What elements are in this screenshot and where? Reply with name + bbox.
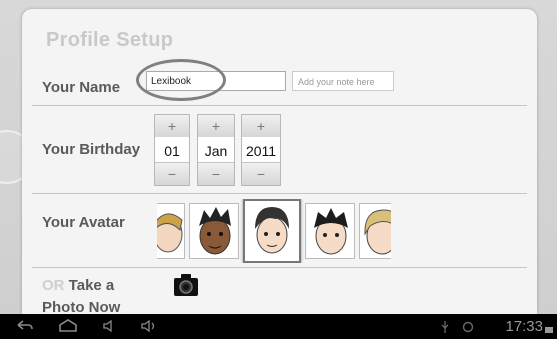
avatar-option-selected[interactable]	[243, 199, 301, 263]
camera-icon[interactable]	[172, 271, 200, 299]
system-navigation-bar: 17:33	[0, 314, 557, 339]
avatar-option[interactable]	[305, 203, 355, 259]
photo-now-text: Photo Now	[42, 299, 121, 314]
month-minus-button[interactable]: −	[198, 162, 234, 185]
avatar-option[interactable]	[157, 203, 185, 259]
or-text: OR	[42, 277, 65, 294]
take-a-text: Take a	[68, 277, 115, 294]
day-plus-button[interactable]: +	[155, 115, 189, 138]
volume-up-icon[interactable]	[140, 319, 158, 336]
photo-option-label: OR Take a	[42, 277, 114, 294]
battery-icon	[545, 324, 553, 336]
profile-setup-panel: Profile Setup Your Name Lexibook Add you…	[22, 9, 537, 314]
day-stepper: + 01 −	[154, 114, 190, 186]
avatar-option[interactable]	[359, 203, 391, 259]
name-label: Your Name	[42, 79, 121, 96]
month-value: Jan	[198, 137, 234, 165]
year-stepper: + 2011 −	[241, 114, 281, 186]
avatar-carousel[interactable]	[157, 199, 391, 263]
divider	[32, 267, 527, 268]
day-minus-button[interactable]: −	[155, 162, 189, 185]
birthday-label: Your Birthday	[42, 141, 141, 158]
day-value: 01	[155, 137, 189, 165]
highlight-ring	[136, 59, 226, 101]
note-input[interactable]: Add your note here	[292, 71, 394, 91]
sync-icon	[462, 320, 474, 337]
month-stepper: + Jan −	[197, 114, 235, 186]
page-title: Profile Setup	[46, 29, 174, 51]
home-icon[interactable]	[58, 319, 78, 336]
volume-down-icon[interactable]	[102, 319, 118, 336]
avatar-label: Your Avatar	[42, 214, 125, 231]
divider	[32, 105, 527, 106]
month-plus-button[interactable]: +	[198, 115, 234, 138]
year-value: 2011	[242, 137, 280, 165]
year-plus-button[interactable]: +	[242, 115, 280, 138]
divider	[32, 193, 527, 194]
usb-icon	[440, 320, 450, 337]
back-icon[interactable]	[16, 319, 34, 336]
year-minus-button[interactable]: −	[242, 162, 280, 185]
clock: 17:33	[505, 318, 543, 335]
avatar-option[interactable]	[189, 203, 239, 259]
